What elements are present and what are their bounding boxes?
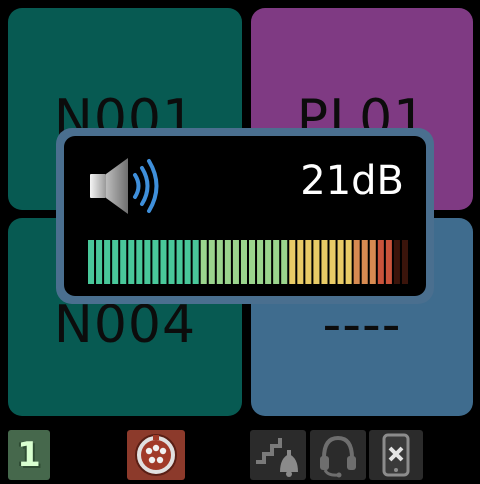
meter-segment [104, 240, 111, 284]
meter-segment [176, 240, 183, 284]
meter-segment [305, 240, 312, 284]
intercom-screen: N001 PL01 N004 ---- 21dB 1 [0, 0, 480, 484]
phone-disabled-icon[interactable] [369, 430, 423, 480]
headset-icon[interactable] [310, 430, 366, 480]
volume-level-text: 21dB [300, 158, 404, 204]
channel-tile-label: N004 [53, 295, 197, 355]
stairs-bell-icon[interactable] [250, 430, 306, 480]
meter-segment [289, 240, 296, 284]
meter-segment [152, 240, 159, 284]
meter-segment [168, 240, 175, 284]
meter-segment [144, 240, 151, 284]
volume-meter [88, 240, 408, 284]
meter-segment [345, 240, 352, 284]
meter-segment [329, 240, 336, 284]
meter-segment [313, 240, 320, 284]
volume-panel: 21dB [64, 136, 426, 296]
meter-segment [96, 240, 103, 284]
meter-segment [160, 240, 167, 284]
meter-segment [361, 240, 368, 284]
meter-segment [200, 240, 207, 284]
volume-overlay: 21dB [56, 128, 434, 304]
meter-segment [273, 240, 280, 284]
meter-segment [249, 240, 256, 284]
meter-segment [224, 240, 231, 284]
meter-segment [377, 240, 384, 284]
meter-segment [353, 240, 360, 284]
meter-segment [216, 240, 223, 284]
meter-segment [232, 240, 239, 284]
meter-segment [184, 240, 191, 284]
meter-segment [281, 240, 288, 284]
meter-segment [297, 240, 304, 284]
meter-segment [369, 240, 376, 284]
meter-segment [208, 240, 215, 284]
meter-segment [240, 240, 247, 284]
counter-value: 1 [17, 435, 41, 475]
meter-segment [120, 240, 127, 284]
meter-segment [385, 240, 392, 284]
meter-segment [192, 240, 199, 284]
meter-segment [321, 240, 328, 284]
meter-segment [128, 240, 135, 284]
meter-segment [88, 240, 95, 284]
meter-segment [257, 240, 264, 284]
meter-segment [265, 240, 272, 284]
dmx-connector-icon[interactable] [127, 430, 185, 480]
meter-segment [112, 240, 119, 284]
meter-segment [393, 240, 400, 284]
speaker-icon [86, 150, 166, 224]
meter-segment [401, 240, 408, 284]
counter-one-icon[interactable]: 1 [8, 430, 50, 480]
meter-segment [337, 240, 344, 284]
meter-segment [136, 240, 143, 284]
channel-tile-label: ---- [322, 295, 402, 355]
